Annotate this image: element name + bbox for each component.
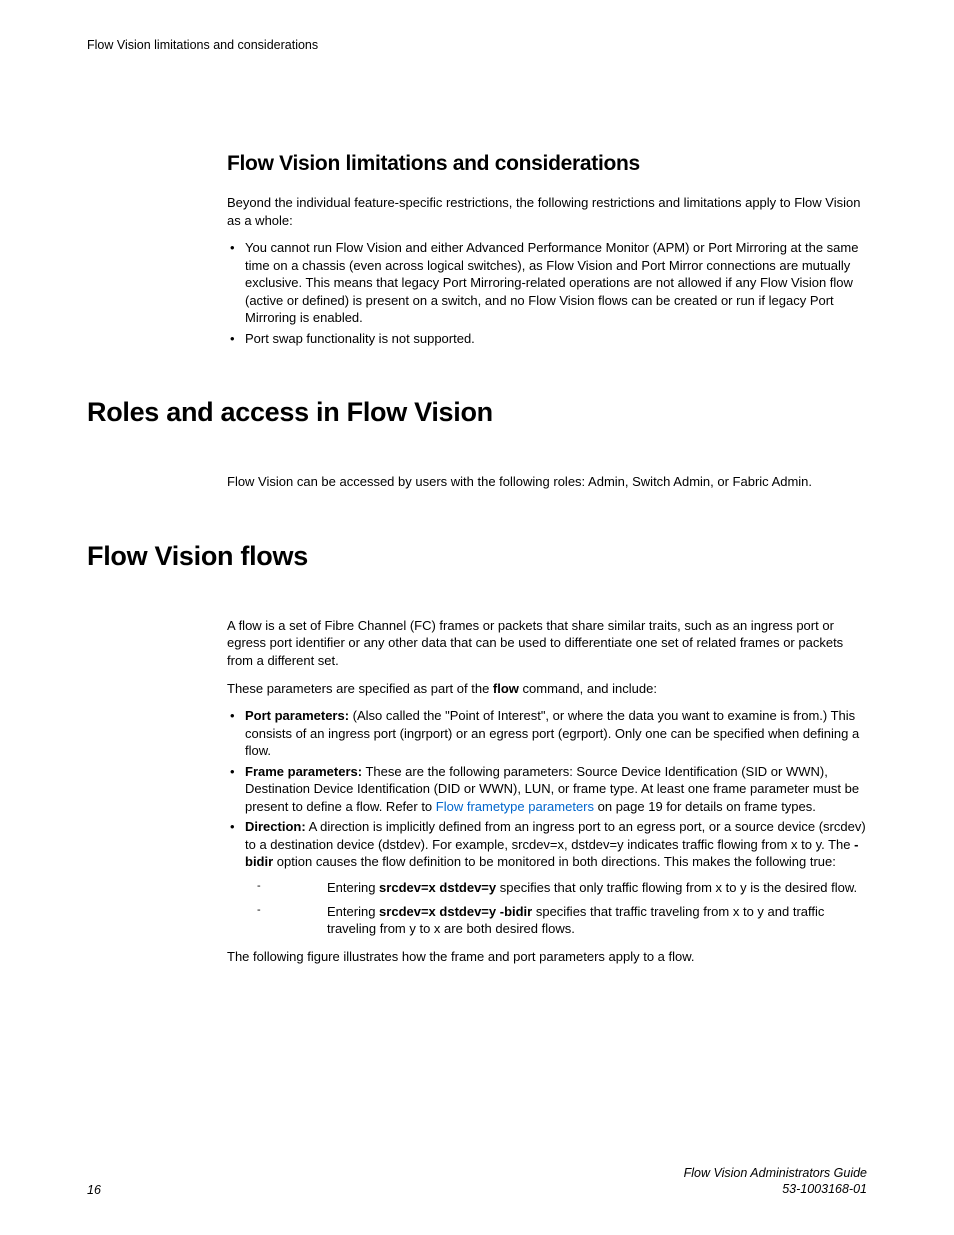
flow-params-intro: These parameters are specified as part o… bbox=[227, 680, 867, 698]
param-text: A direction is implicitly defined from a… bbox=[245, 819, 866, 852]
text-fragment: command, and include: bbox=[519, 681, 657, 696]
intro-paragraph: Beyond the individual feature-specific r… bbox=[227, 194, 867, 229]
param-label: Port parameters: bbox=[245, 708, 349, 723]
text-fragment: Entering bbox=[327, 880, 379, 895]
limitations-list: You cannot run Flow Vision and either Ad… bbox=[227, 239, 867, 347]
section-heading-limitations: Flow Vision limitations and consideratio… bbox=[227, 152, 867, 176]
param-text: option causes the flow definition to be … bbox=[273, 854, 836, 869]
closing-paragraph: The following figure illustrates how the… bbox=[227, 948, 867, 966]
list-item: Port parameters: (Also called the "Point… bbox=[227, 707, 867, 760]
section-heading-flows: Flow Vision flows bbox=[87, 541, 867, 572]
text-fragment: These parameters are specified as part o… bbox=[227, 681, 493, 696]
running-header: Flow Vision limitations and consideratio… bbox=[87, 38, 867, 52]
roles-paragraph: Flow Vision can be accessed by users wit… bbox=[227, 473, 867, 491]
param-label: Frame parameters: bbox=[245, 764, 362, 779]
document-title: Flow Vision Administrators Guide bbox=[684, 1165, 867, 1181]
parameters-list: Port parameters: (Also called the "Point… bbox=[227, 707, 867, 938]
document-info: Flow Vision Administrators Guide 53-1003… bbox=[684, 1165, 867, 1198]
document-id: 53-1003168-01 bbox=[684, 1181, 867, 1197]
param-label: Direction: bbox=[245, 819, 306, 834]
section-heading-roles: Roles and access in Flow Vision bbox=[87, 397, 867, 428]
param-text: on page 19 for details on frame types. bbox=[594, 799, 816, 814]
list-item: Entering srcdev=x dstdev=y specifies tha… bbox=[245, 879, 867, 897]
page-number: 16 bbox=[87, 1183, 101, 1197]
list-item: Entering srcdev=x dstdev=y -bidir specif… bbox=[245, 903, 867, 938]
list-item: Direction: A direction is implicitly def… bbox=[227, 818, 867, 937]
list-item: You cannot run Flow Vision and either Ad… bbox=[227, 239, 867, 327]
text-fragment: specifies that only traffic flowing from… bbox=[496, 880, 857, 895]
direction-sublist: Entering srcdev=x dstdev=y specifies tha… bbox=[245, 879, 867, 938]
flow-definition-paragraph: A flow is a set of Fibre Channel (FC) fr… bbox=[227, 617, 867, 670]
srcdev-bidir-bold: srcdev=x dstdev=y -bidir bbox=[379, 904, 532, 919]
frametype-link[interactable]: Flow frametype parameters bbox=[436, 799, 594, 814]
list-item: Frame parameters: These are the followin… bbox=[227, 763, 867, 816]
list-item: Port swap functionality is not supported… bbox=[227, 330, 867, 348]
srcdev-example-bold: srcdev=x dstdev=y bbox=[379, 880, 496, 895]
page-footer: 16 Flow Vision Administrators Guide 53-1… bbox=[87, 1165, 867, 1198]
text-fragment: Entering bbox=[327, 904, 379, 919]
flow-command-bold: flow bbox=[493, 681, 519, 696]
